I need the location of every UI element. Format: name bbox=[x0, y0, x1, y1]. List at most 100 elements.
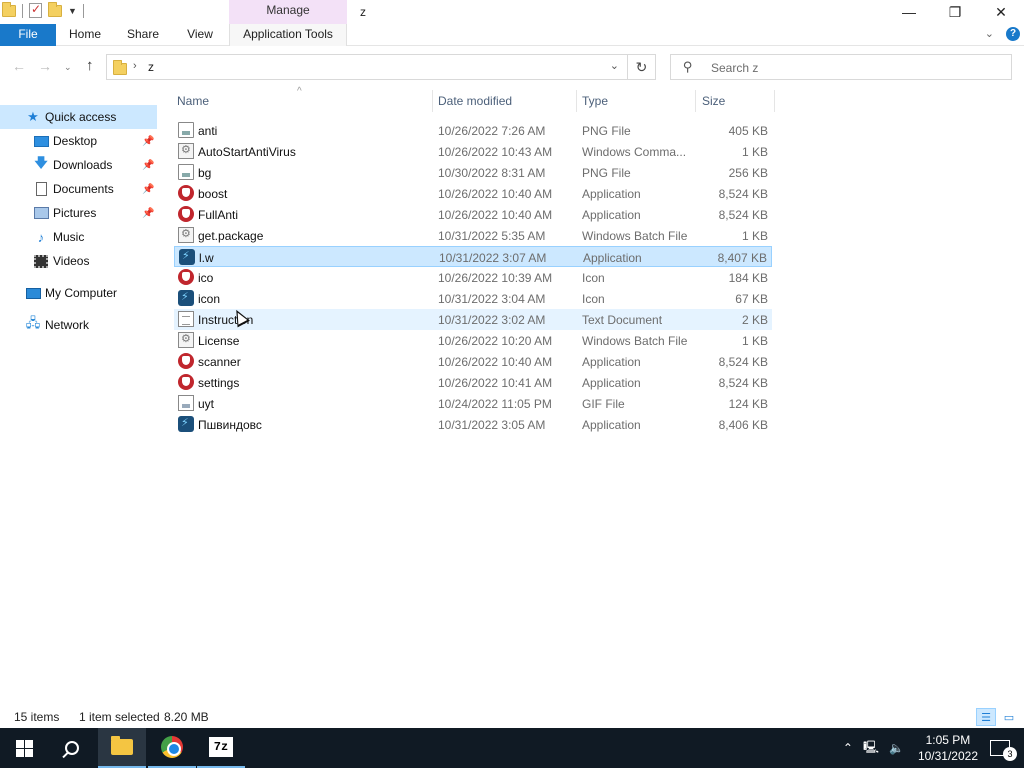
table-row[interactable]: uyt 10/24/2022 11:05 PM GIF File 124 KB bbox=[174, 393, 772, 414]
search-button[interactable] bbox=[48, 728, 96, 768]
table-row[interactable]: FullAnti 10/26/2022 10:40 AM Application 8,… bbox=[174, 204, 772, 225]
file-date-modified: 10/24/2022 11:05 PM bbox=[438, 397, 552, 411]
sidebar-item-quick-access[interactable]: ★ Quick access bbox=[0, 105, 157, 129]
details-view-icon[interactable]: ☰ bbox=[976, 708, 996, 726]
sidebar-item-label: Quick access bbox=[45, 110, 117, 124]
file-name: scanner bbox=[198, 355, 241, 369]
file-size: 405 KB bbox=[728, 124, 768, 138]
file-app-icon bbox=[178, 206, 194, 222]
table-row[interactable]: settings 10/26/2022 10:41 AM Application 8,… bbox=[174, 372, 772, 393]
file-size: 8,524 KB bbox=[718, 187, 768, 201]
file-name: Пшвиндовс bbox=[198, 418, 262, 432]
file-type: Icon bbox=[582, 271, 605, 285]
file-size: 8,524 KB bbox=[718, 355, 768, 369]
sidebar-item-my-computer[interactable]: My Computer bbox=[0, 281, 157, 305]
clock[interactable]: 1:05 PM 10/31/2022 bbox=[918, 732, 978, 764]
file-explorer-icon bbox=[111, 736, 133, 755]
search-input[interactable]: ⚲ Search z bbox=[670, 54, 1012, 80]
up-button[interactable]: ↑ bbox=[86, 57, 94, 74]
refresh-button[interactable]: ↻ bbox=[627, 55, 655, 79]
table-row[interactable]: anti 10/26/2022 7:26 AM PNG File 405 KB bbox=[174, 120, 772, 141]
file-type: Application bbox=[582, 208, 641, 222]
tab-view[interactable]: View bbox=[174, 24, 226, 46]
pin-icon[interactable]: 📌 bbox=[142, 208, 154, 219]
tab-application-tools[interactable]: Application Tools bbox=[229, 24, 347, 46]
file-name: bg bbox=[198, 166, 212, 180]
sidebar-item-desktop[interactable]: Desktop 📌 bbox=[0, 129, 157, 153]
sidebar-item-pictures[interactable]: Pictures 📌 bbox=[0, 201, 157, 225]
file-app-icon bbox=[178, 185, 194, 201]
column-header-type[interactable]: Type bbox=[582, 94, 608, 108]
pin-icon[interactable]: 📌 bbox=[142, 184, 154, 195]
videos-icon bbox=[33, 253, 49, 269]
column-header-date-modified[interactable]: Date modified bbox=[438, 94, 512, 108]
address-dropdown-icon[interactable]: ⌄ bbox=[610, 59, 619, 72]
table-row[interactable]: bg 10/30/2022 8:31 AM PNG File 256 KB bbox=[174, 162, 772, 183]
back-button[interactable]: ← bbox=[12, 58, 26, 74]
table-row[interactable]: License 10/26/2022 10:20 AM Windows Batch … bbox=[174, 330, 772, 351]
tab-home[interactable]: Home bbox=[58, 24, 112, 46]
table-row[interactable]: Пшвиндовс 10/31/2022 3:05 AM Application 8,… bbox=[174, 414, 772, 435]
column-divider[interactable] bbox=[576, 90, 577, 112]
help-icon[interactable]: ? bbox=[1006, 27, 1020, 41]
column-divider[interactable] bbox=[432, 90, 433, 112]
taskbar-file-explorer[interactable] bbox=[98, 728, 146, 768]
recent-locations-icon[interactable]: ⌄ bbox=[64, 62, 72, 73]
network-status-icon[interactable]: 🖳 bbox=[863, 738, 879, 759]
sidebar-item-label: Music bbox=[53, 230, 85, 244]
file-type: Windows Batch File bbox=[582, 334, 688, 348]
table-row[interactable]: icon 10/31/2022 3:04 AM Icon 67 KB bbox=[174, 288, 772, 309]
sidebar-item-network[interactable]: 🖧 Network bbox=[0, 313, 157, 337]
ribbon: File Home Share View Application Tools ⌄… bbox=[0, 24, 1024, 46]
close-button[interactable]: ✕ bbox=[978, 0, 1024, 24]
file-bat-icon bbox=[178, 227, 194, 243]
file-gif-icon bbox=[178, 395, 194, 411]
taskbar-chrome[interactable] bbox=[148, 728, 196, 768]
address-bar[interactable]: › z ⌄ ↻ bbox=[106, 54, 656, 80]
start-button[interactable] bbox=[0, 728, 48, 768]
column-header-size[interactable]: Size bbox=[702, 94, 725, 108]
table-row[interactable]: scanner 10/26/2022 10:40 AM Application 8,5… bbox=[174, 351, 772, 372]
file-name: ico bbox=[198, 271, 214, 285]
table-row[interactable]: AutoStartAntiVirus 10/26/2022 10:43 AM Win… bbox=[174, 141, 772, 162]
column-header-name[interactable]: Name bbox=[177, 94, 209, 108]
pin-icon[interactable]: 📌 bbox=[142, 160, 154, 171]
table-row[interactable]: boost 10/26/2022 10:40 AM Application 8,524… bbox=[174, 183, 772, 204]
tab-file[interactable]: File bbox=[0, 24, 56, 46]
file-type: Text Document bbox=[582, 313, 663, 327]
table-row[interactable]: Instruction 10/31/2022 3:02 AM Text Docume… bbox=[174, 309, 772, 330]
restore-button[interactable]: ❐ bbox=[932, 0, 978, 24]
table-row[interactable]: l.w 10/31/2022 3:07 AM Application 8,407 KB bbox=[174, 246, 772, 267]
show-hidden-icons-icon[interactable]: ⌃ bbox=[843, 741, 853, 755]
customize-toolbar-icon[interactable]: ▼ bbox=[68, 6, 77, 16]
volume-icon[interactable]: 🔈 bbox=[889, 741, 904, 755]
column-divider[interactable] bbox=[695, 90, 696, 112]
minimize-button[interactable]: — bbox=[886, 0, 932, 24]
expand-ribbon-icon[interactable]: ⌄ bbox=[985, 27, 994, 41]
large-icons-view-icon[interactable]: ▭ bbox=[999, 708, 1019, 726]
table-row[interactable]: get.package 10/31/2022 5:35 AM Windows Bat… bbox=[174, 225, 772, 246]
properties-icon[interactable] bbox=[29, 2, 42, 18]
forward-button[interactable]: → bbox=[38, 58, 52, 74]
sidebar-item-videos[interactable]: Videos bbox=[0, 249, 157, 273]
tab-share[interactable]: Share bbox=[116, 24, 170, 46]
taskbar-7zip[interactable]: 7z bbox=[197, 728, 245, 768]
pin-icon[interactable]: 📌 bbox=[142, 136, 154, 147]
folder-icon bbox=[113, 60, 127, 75]
sidebar-item-documents[interactable]: Documents 📌 bbox=[0, 177, 157, 201]
sidebar-item-music[interactable]: ♪ Music bbox=[0, 225, 157, 249]
sidebar-item-label: Documents bbox=[53, 182, 114, 196]
file-size: 1 KB bbox=[741, 334, 768, 348]
new-folder-icon[interactable] bbox=[48, 1, 62, 17]
file-type: Windows Comma... bbox=[582, 145, 687, 159]
file-type: Application bbox=[582, 187, 641, 201]
sidebar-item-downloads[interactable]: 🡇 Downloads 📌 bbox=[0, 153, 157, 177]
breadcrumb-path[interactable]: z bbox=[148, 60, 154, 74]
file-date-modified: 10/26/2022 10:39 AM bbox=[438, 271, 553, 285]
notification-center-icon[interactable]: 3 bbox=[990, 740, 1017, 761]
selected-size: 8.20 MB bbox=[164, 710, 209, 724]
column-divider[interactable] bbox=[774, 90, 775, 112]
table-row[interactable]: ico 10/26/2022 10:39 AM Icon 184 KB bbox=[174, 267, 772, 288]
breadcrumb-chevron-icon[interactable]: › bbox=[133, 60, 137, 72]
download-icon: 🡇 bbox=[34, 155, 48, 170]
